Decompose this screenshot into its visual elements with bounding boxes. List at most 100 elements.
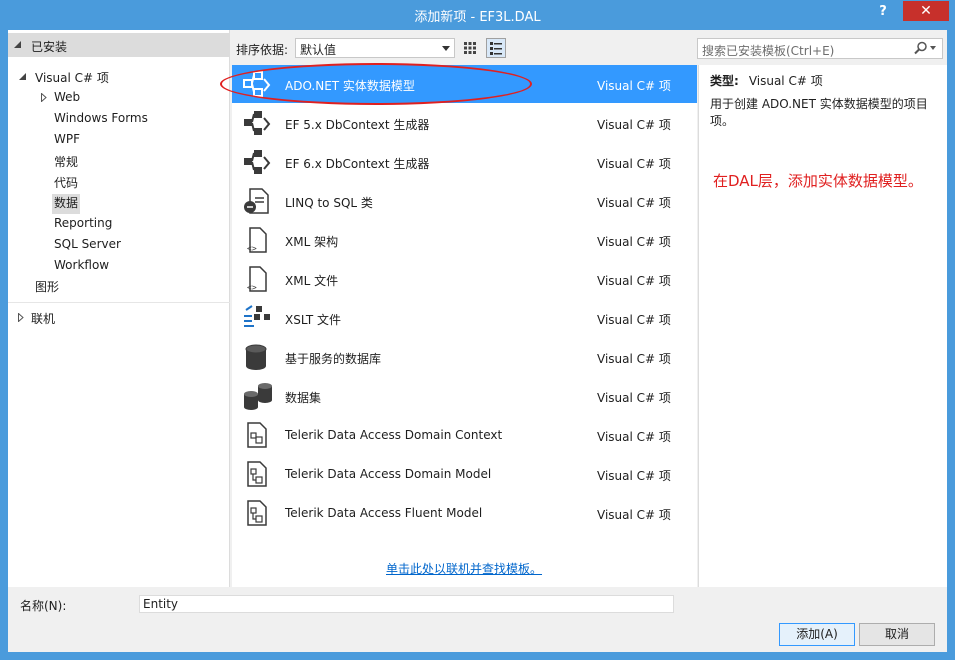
tree-item-data[interactable]: 数据 xyxy=(52,194,81,214)
template-name: Telerik Data Access Domain Model xyxy=(285,467,492,481)
name-field[interactable]: Entity xyxy=(139,595,674,613)
telerik-context-icon xyxy=(247,422,267,448)
title-bar: 添加新项 - EF3L.DAL ? ✕ xyxy=(0,0,955,30)
linq-icon xyxy=(244,188,269,214)
type-label: 类型: xyxy=(710,74,739,88)
tree-item-reporting[interactable]: Reporting xyxy=(54,216,112,236)
tree-item-label: 联机 xyxy=(31,312,56,326)
tree-installed-header[interactable]: 已安装 xyxy=(8,33,230,57)
template-item-telerik-context[interactable]: Telerik Data Access Domain Context Visua… xyxy=(232,416,697,454)
template-kind: Visual C# 项 xyxy=(597,79,671,93)
template-name: ADO.NET 实体数据模型 xyxy=(285,79,415,93)
template-item-telerik-model[interactable]: Telerik Data Access Domain Model Visual … xyxy=(232,455,697,493)
annotation-note: 在DAL层，添加实体数据模型。 xyxy=(713,172,923,190)
template-name: LINQ to SQL 类 xyxy=(285,196,373,210)
tree-item-label: Web xyxy=(54,90,81,104)
tree-item-label: Windows Forms xyxy=(54,111,148,125)
template-item-service-database[interactable]: 基于服务的数据库 Visual C# 项 xyxy=(232,338,697,376)
template-name: Telerik Data Access Domain Context xyxy=(285,428,503,442)
help-button[interactable]: ? xyxy=(875,4,891,22)
database-icon xyxy=(245,344,267,370)
tree-item-wpf[interactable]: WPF xyxy=(54,132,80,152)
dialog-client: 已安装 Visual C# 项 Web Windows Forms WPF 常规… xyxy=(8,30,947,652)
medium-icons-view-button[interactable] xyxy=(486,38,506,58)
close-button[interactable]: ✕ xyxy=(903,1,949,21)
sort-label: 排序依据: xyxy=(236,43,289,57)
tree-item-workflow[interactable]: Workflow xyxy=(54,258,109,278)
template-item-xml-schema[interactable]: <> XML 架构 Visual C# 项 xyxy=(232,221,697,259)
template-kind: Visual C# 项 xyxy=(597,391,671,405)
tree-item-label: 图形 xyxy=(35,280,60,294)
search-icon xyxy=(914,41,936,55)
template-name: 数据集 xyxy=(285,391,322,405)
tree-item-sql-server[interactable]: SQL Server xyxy=(54,237,121,257)
tree-item-windows-forms[interactable]: Windows Forms xyxy=(54,111,148,131)
template-kind: Visual C# 项 xyxy=(597,430,671,444)
type-line: 类型: Visual C# 项 xyxy=(710,72,823,89)
svg-text:<>: <> xyxy=(247,244,257,253)
template-kind: Visual C# 项 xyxy=(597,274,671,288)
template-item-ado-net[interactable]: ADO.NET 实体数据模型 Visual C# 项 xyxy=(220,63,697,105)
template-kind: Visual C# 项 xyxy=(597,469,671,483)
tree-item-online[interactable]: 联机 xyxy=(18,310,56,330)
tree-item-label: 常规 xyxy=(54,155,79,169)
template-item-dataset[interactable]: 数据集 Visual C# 项 xyxy=(232,377,697,415)
tree-item-label: Reporting xyxy=(54,216,113,230)
template-item-xml-file[interactable]: <> XML 文件 Visual C# 项 xyxy=(232,260,697,298)
tree-item-graphics[interactable]: 图形 xyxy=(35,278,59,298)
sort-value: 默认值 xyxy=(300,43,337,57)
tree-item-general[interactable]: 常规 xyxy=(54,153,78,173)
xml-file-icon: <> xyxy=(247,266,267,292)
grid-view-icon xyxy=(464,42,476,54)
template-item-ef5[interactable]: EF 5.x DbContext 生成器 Visual C# 项 xyxy=(232,104,697,142)
name-field-value: Entity xyxy=(143,597,179,611)
ef-generator-icon xyxy=(244,111,271,135)
collapsed-arrow-icon xyxy=(41,93,47,102)
template-name: XML 文件 xyxy=(285,274,339,288)
ado-entity-icon xyxy=(243,71,271,97)
template-kind: Visual C# 项 xyxy=(597,235,671,249)
search-input[interactable]: 搜索已安装模板(Ctrl+E) xyxy=(697,38,943,59)
template-item-xslt[interactable]: XSLT 文件 Visual C# 项 xyxy=(232,299,697,337)
tree-installed-label: 已安装 xyxy=(31,40,68,54)
name-label: 名称(N): xyxy=(20,599,67,613)
expanded-arrow-icon xyxy=(14,41,21,48)
chevron-down-icon xyxy=(442,46,450,51)
template-kind: Visual C# 项 xyxy=(597,352,671,366)
tree-item-label: WPF xyxy=(54,132,81,146)
cancel-button[interactable]: 取消 xyxy=(859,623,935,646)
template-kind: Visual C# 项 xyxy=(597,118,671,132)
xslt-icon xyxy=(244,305,270,327)
template-name: EF 5.x DbContext 生成器 xyxy=(285,118,430,132)
tree-item-label: 数据 xyxy=(54,196,79,210)
xml-schema-icon: <> xyxy=(247,227,267,253)
online-templates-link[interactable]: 单击此处以联机并查找模板。 xyxy=(386,560,542,577)
add-button[interactable]: 添加(A) xyxy=(779,623,855,646)
template-name: XML 架构 xyxy=(285,235,339,249)
small-icons-view-button[interactable] xyxy=(460,38,480,58)
expanded-arrow-icon xyxy=(19,73,26,80)
collapsed-arrow-icon xyxy=(18,313,24,322)
telerik-fluent-icon xyxy=(247,500,267,526)
tree-item-label: SQL Server xyxy=(54,237,121,251)
search-placeholder: 搜索已安装模板(Ctrl+E) xyxy=(702,44,835,58)
template-kind: Visual C# 项 xyxy=(597,313,671,327)
template-item-ef6[interactable]: EF 6.x DbContext 生成器 Visual C# 项 xyxy=(232,143,697,181)
template-item-telerik-fluent[interactable]: Telerik Data Access Fluent Model Visual … xyxy=(232,494,697,532)
template-kind: Visual C# 项 xyxy=(597,196,671,210)
tree-item-visual-csharp[interactable]: Visual C# 项 xyxy=(19,69,109,89)
template-name: XSLT 文件 xyxy=(285,313,342,327)
tree-item-label: Workflow xyxy=(54,258,110,272)
template-item-linq[interactable]: LINQ to SQL 类 Visual C# 项 xyxy=(232,182,697,220)
template-description: 用于创建 ADO.NET 实体数据模型的项目项。 xyxy=(710,97,928,128)
tree-item-code[interactable]: 代码 xyxy=(54,174,78,194)
details-pane: 类型: Visual C# 项 用于创建 ADO.NET 实体数据模型的项目项。 … xyxy=(698,65,947,587)
template-name: 基于服务的数据库 xyxy=(285,352,382,366)
type-value: Visual C# 项 xyxy=(748,74,823,88)
template-kind: Visual C# 项 xyxy=(597,157,671,171)
tree-item-web[interactable]: Web xyxy=(41,90,81,110)
sort-dropdown[interactable]: 默认值 xyxy=(295,38,455,58)
svg-text:<>: <> xyxy=(247,283,257,292)
template-list: ADO.NET 实体数据模型 Visual C# 项 EF 5.x DbCont… xyxy=(220,63,697,587)
template-name: Telerik Data Access Fluent Model xyxy=(285,506,483,520)
